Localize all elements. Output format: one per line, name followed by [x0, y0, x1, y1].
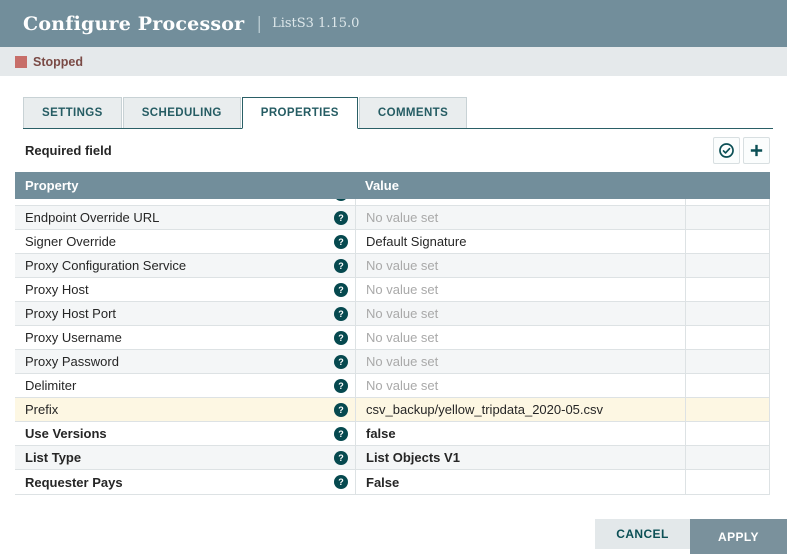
table-row[interactable]: Proxy Host ? No value set [15, 278, 770, 302]
tab-bar: SETTINGSSCHEDULINGPROPERTIESCOMMENTS [23, 97, 773, 129]
tab-scheduling[interactable]: SCHEDULING [123, 97, 241, 128]
tab-comments[interactable]: COMMENTS [359, 97, 467, 128]
table-row[interactable]: Proxy Host Port ? No value set [15, 302, 770, 326]
help-icon[interactable]: ? [334, 451, 348, 465]
row-actions-cell [685, 326, 770, 349]
configure-processor-dialog: Configure Processor | ListS3 1.15.0 Stop… [0, 0, 787, 554]
help-icon[interactable]: ? [334, 355, 348, 369]
property-value[interactable]: Default Signature [355, 230, 685, 253]
help-icon[interactable]: ? [334, 307, 348, 321]
table-body: SSL Context Service ? No value set Endpo… [15, 199, 770, 495]
property-name: Use Versions [25, 426, 334, 441]
status-bar: Stopped [0, 47, 787, 76]
property-name: Proxy Configuration Service [25, 258, 334, 273]
table-row[interactable]: Proxy Password ? No value set [15, 350, 770, 374]
property-value[interactable]: csv_backup/yellow_tripdata_2020-05.csv [355, 398, 685, 421]
property-name: SSL Context Service [25, 199, 334, 201]
row-actions-cell [685, 350, 770, 373]
property-name: Proxy Host [25, 282, 334, 297]
add-property-button[interactable] [743, 137, 770, 164]
stopped-status-icon [15, 56, 27, 68]
row-actions-cell [685, 446, 770, 469]
cancel-button[interactable]: CANCEL [595, 519, 690, 549]
row-actions-cell [685, 278, 770, 301]
tab-settings[interactable]: SETTINGS [23, 97, 122, 128]
property-name: Proxy Password [25, 354, 334, 369]
property-name: Requester Pays [25, 475, 334, 490]
table-row[interactable]: List Type ? List Objects V1 [15, 446, 770, 470]
table-header: Property Value [15, 172, 770, 199]
table-row[interactable]: Delimiter ? No value set [15, 374, 770, 398]
verify-properties-button[interactable] [713, 137, 740, 164]
property-value[interactable]: false [355, 422, 685, 445]
property-value[interactable]: No value set [355, 206, 685, 229]
property-name: Prefix [25, 402, 334, 417]
table-row[interactable]: Prefix ? csv_backup/yellow_tripdata_2020… [15, 398, 770, 422]
help-icon[interactable]: ? [334, 199, 348, 201]
property-value[interactable]: No value set [355, 350, 685, 373]
title-separator: | [256, 14, 262, 34]
property-name: List Type [25, 450, 334, 465]
property-name: Endpoint Override URL [25, 210, 334, 225]
help-icon[interactable]: ? [334, 235, 348, 249]
property-value[interactable]: List Objects V1 [355, 446, 685, 469]
row-actions-cell [685, 199, 770, 205]
table-row[interactable]: Endpoint Override URL ? No value set [15, 206, 770, 230]
property-name: Delimiter [25, 378, 334, 393]
property-value[interactable]: No value set [355, 278, 685, 301]
plus-icon [748, 142, 765, 159]
table-row[interactable]: Signer Override ? Default Signature [15, 230, 770, 254]
row-actions-cell [685, 374, 770, 397]
row-actions-cell [685, 206, 770, 229]
table-row[interactable]: Proxy Configuration Service ? No value s… [15, 254, 770, 278]
help-icon[interactable]: ? [334, 259, 348, 273]
status-label: Stopped [33, 55, 83, 69]
dialog-header: Configure Processor | ListS3 1.15.0 [0, 0, 787, 47]
processor-type-version: ListS3 1.15.0 [272, 16, 359, 31]
property-value[interactable]: False [355, 470, 685, 494]
table-row[interactable]: Proxy Username ? No value set [15, 326, 770, 350]
apply-button[interactable]: APPLY [690, 519, 787, 554]
property-name: Proxy Host Port [25, 306, 334, 321]
property-value[interactable]: No value set [355, 326, 685, 349]
column-header-property: Property [15, 178, 355, 193]
required-field-label: Required field [25, 143, 112, 158]
property-value[interactable]: No value set [355, 302, 685, 325]
column-header-value: Value [355, 178, 685, 193]
check-circle-icon [718, 142, 735, 159]
property-name: Proxy Username [25, 330, 334, 345]
property-name: Signer Override [25, 234, 334, 249]
help-icon[interactable]: ? [334, 475, 348, 489]
table-toolbar: Required field [0, 129, 787, 172]
row-actions-cell [685, 302, 770, 325]
row-actions-cell [685, 422, 770, 445]
property-value[interactable]: No value set [355, 199, 685, 205]
property-value[interactable]: No value set [355, 254, 685, 277]
dialog-title: Configure Processor [23, 13, 244, 35]
help-icon[interactable]: ? [334, 211, 348, 225]
row-actions-cell [685, 398, 770, 421]
table-row[interactable]: Use Versions ? false [15, 422, 770, 446]
row-actions-cell [685, 230, 770, 253]
row-actions-cell [685, 470, 770, 494]
table-row[interactable]: SSL Context Service ? No value set [15, 199, 770, 206]
help-icon[interactable]: ? [334, 379, 348, 393]
property-value[interactable]: No value set [355, 374, 685, 397]
properties-table: Property Value SSL Context Service ? No … [15, 172, 770, 495]
table-row[interactable]: Requester Pays ? False [15, 470, 770, 494]
help-icon[interactable]: ? [334, 427, 348, 441]
row-actions-cell [685, 254, 770, 277]
tab-properties[interactable]: PROPERTIES [242, 97, 358, 129]
help-icon[interactable]: ? [334, 403, 348, 417]
help-icon[interactable]: ? [334, 283, 348, 297]
help-icon[interactable]: ? [334, 331, 348, 345]
